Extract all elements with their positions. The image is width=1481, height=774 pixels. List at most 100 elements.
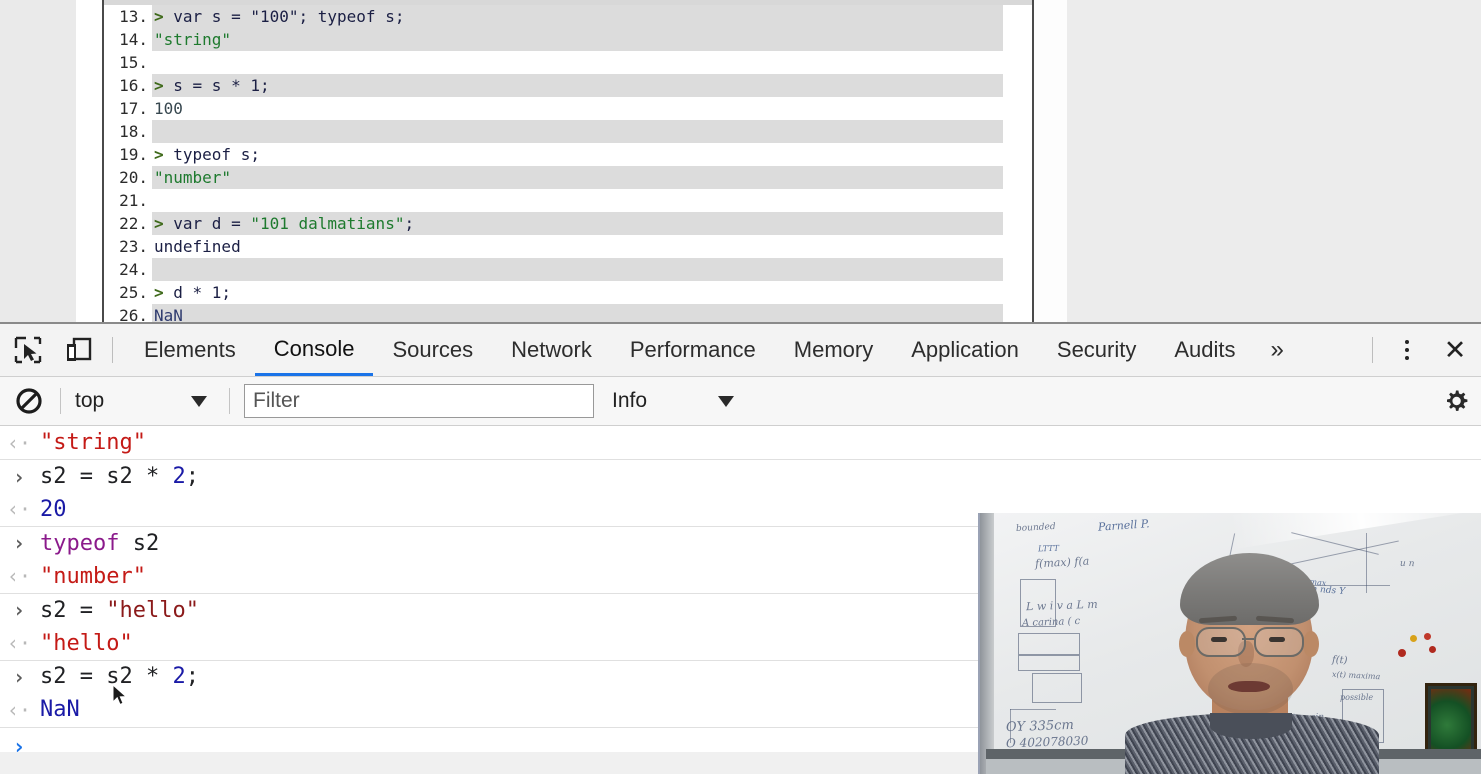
code-line-text: > typeof s; xyxy=(154,143,260,166)
page-right-panel xyxy=(1067,0,1481,322)
code-line-number: 17. xyxy=(119,99,148,118)
code-line-text: "number" xyxy=(154,166,231,189)
tab-security[interactable]: Security xyxy=(1038,324,1155,376)
code-token: "string" xyxy=(154,30,232,49)
code-line: 21. xyxy=(104,189,1032,212)
tab-memory[interactable]: Memory xyxy=(775,324,892,376)
person-ear-right xyxy=(1303,631,1319,657)
screenshot-root: 13. > var s = "100"; typeof s; 14. "string"… xyxy=(0,0,1481,774)
page-left-margin xyxy=(0,0,76,322)
code-line: 24. xyxy=(104,258,1032,281)
code-line-number: 22. xyxy=(119,214,148,233)
code-line-number: 20. xyxy=(119,168,148,187)
console-output-arrow-icon: ‹· xyxy=(6,564,32,589)
code-line: 14. "string" xyxy=(104,28,1032,51)
tab-elements[interactable]: Elements xyxy=(125,324,255,376)
whiteboard-shape xyxy=(1032,673,1082,703)
page-left-white xyxy=(76,0,103,322)
chevron-down-icon-level xyxy=(718,395,734,407)
execution-context-select[interactable]: top xyxy=(75,389,215,413)
inspect-element-icon[interactable] xyxy=(6,328,50,372)
code-token: > xyxy=(154,214,174,233)
console-input-arrow-icon: › xyxy=(12,464,26,489)
code-line: 13. > var s = "100"; typeof s; xyxy=(104,5,1032,28)
code-line: 17. 100 xyxy=(104,97,1032,120)
close-icon[interactable]: ✕ xyxy=(1429,328,1481,372)
console-token: s2 = s2 * xyxy=(40,664,173,690)
code-line-background xyxy=(152,120,1003,143)
filter-input[interactable] xyxy=(244,384,594,418)
devtools-tabbar: Elements Console Sources Network Performance… xyxy=(0,324,1481,377)
settings-gear-icon[interactable] xyxy=(1441,377,1471,425)
whiteboard-left-edge xyxy=(980,513,994,774)
code-token: typeof s; xyxy=(173,145,260,164)
tab-performance[interactable]: Performance xyxy=(611,324,775,376)
whiteboard-magnet xyxy=(1424,633,1431,640)
device-toolbar-icon[interactable] xyxy=(56,328,100,372)
page-right-white xyxy=(1034,0,1067,322)
code-line: 16. > s = s * 1; xyxy=(104,74,1032,97)
whiteboard-shape xyxy=(1018,633,1080,655)
eyeglasses-left-lens xyxy=(1196,627,1246,657)
whiteboard-line xyxy=(1366,533,1367,593)
tab-audits[interactable]: Audits xyxy=(1155,324,1254,376)
code-line-background xyxy=(152,51,1003,74)
code-line-number: 24. xyxy=(119,260,148,279)
code-line-background xyxy=(152,281,1003,304)
eyeglasses-bridge xyxy=(1242,638,1254,640)
code-line-number: 26. xyxy=(119,306,148,322)
devtools-tabs: Elements Console Sources Network Performance… xyxy=(125,324,1255,376)
code-token: s = s * 1; xyxy=(173,76,270,95)
code-line-text: > s = s * 1; xyxy=(154,74,270,97)
code-token: 100 xyxy=(154,99,183,118)
person-eye-right xyxy=(1269,637,1285,642)
code-line-background xyxy=(152,74,1003,97)
code-line-number: 18. xyxy=(119,122,148,141)
tab-application[interactable]: Application xyxy=(892,324,1038,376)
log-level-select[interactable]: Info xyxy=(612,389,742,413)
code-line-background xyxy=(152,189,1003,212)
console-filter-bar: top Info xyxy=(0,377,1481,426)
webcam-video-overlay[interactable]: Parnell P. bounded LTTT f(max) f(a L w i v a… xyxy=(978,513,1481,774)
code-line-background xyxy=(152,304,1003,322)
execution-context-label: top xyxy=(75,389,105,412)
tab-network[interactable]: Network xyxy=(492,324,611,376)
code-line-background xyxy=(152,28,1003,51)
whiteboard-note: u n xyxy=(1399,558,1415,570)
console-output-arrow-icon: ‹· xyxy=(6,430,32,455)
code-line-number: 23. xyxy=(119,237,148,256)
code-line-background xyxy=(152,143,1003,166)
whiteboard-note: bounded xyxy=(1015,521,1056,535)
code-line-text: 100 xyxy=(154,97,183,120)
framed-picture xyxy=(1425,683,1477,755)
console-token: ; xyxy=(185,664,199,690)
clear-console-icon[interactable] xyxy=(12,384,46,418)
code-line-background xyxy=(152,235,1003,258)
code-line-text: NaN xyxy=(154,304,183,322)
console-row-text: "string" xyxy=(38,430,146,455)
log-level-label: Info xyxy=(612,389,648,412)
code-line: 18. xyxy=(104,120,1032,143)
more-tabs-icon[interactable]: » xyxy=(1255,324,1300,376)
filterbar-divider-1 xyxy=(60,388,61,414)
code-token: "101 dalmatians" xyxy=(250,214,405,233)
code-line: 22. > var d = "101 dalmatians"; xyxy=(104,212,1032,235)
more-options-icon[interactable] xyxy=(1385,328,1429,372)
whiteboard-line xyxy=(1010,709,1056,710)
filterbar-divider-2 xyxy=(229,388,230,414)
code-token: undefined xyxy=(154,237,241,256)
console-row-text: s2 = "hello" xyxy=(38,598,199,623)
console-token: "number" xyxy=(40,563,146,589)
toolbar-divider-right xyxy=(1372,337,1373,363)
code-line-number: 25. xyxy=(119,283,148,302)
code-line: 26. NaN xyxy=(104,304,1032,322)
console-output-arrow-icon: ‹· xyxy=(6,697,32,722)
console-input-arrow-icon: › xyxy=(12,598,26,623)
console-token: s2 = s2 * xyxy=(40,464,173,490)
tab-sources[interactable]: Sources xyxy=(373,324,492,376)
console-token: "hello" xyxy=(106,597,199,623)
console-token: s2 = xyxy=(40,597,107,623)
tab-console[interactable]: Console xyxy=(254,324,374,376)
console-output-arrow-icon: ‹· xyxy=(6,497,32,522)
code-token: > xyxy=(154,7,174,26)
